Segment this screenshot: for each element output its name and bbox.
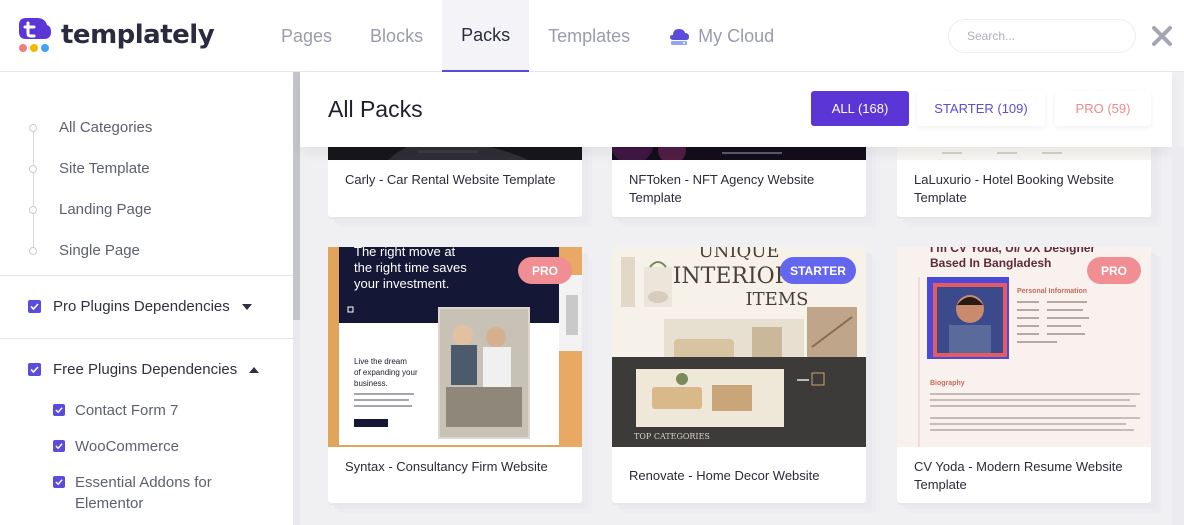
category-single-page[interactable]: Single Page [29, 242, 140, 259]
pro-badge: PRO [1087, 257, 1141, 284]
category-label: Landing Page [59, 201, 152, 218]
checkbox-checked-icon[interactable] [53, 476, 65, 488]
checkbox-checked-icon[interactable] [53, 404, 65, 416]
pro-plugins-dependencies[interactable]: Pro Plugins Dependencies [28, 298, 252, 315]
filter-starter-button[interactable]: STARTER (109) [917, 91, 1045, 126]
category-label: Site Template [59, 160, 150, 177]
pack-title: LaLuxurio - Hotel Booking Website Templa… [914, 172, 1114, 205]
search-box[interactable] [948, 19, 1136, 53]
thumb-text: business. [354, 379, 388, 388]
main-scrollbar[interactable] [1172, 147, 1184, 525]
tab-my-cloud[interactable]: My Cloud [649, 0, 793, 72]
bullet-icon [29, 123, 37, 132]
free-plugins-dependencies[interactable]: Free Plugins Dependencies [28, 361, 260, 378]
starter-badge: STARTER [780, 257, 856, 284]
checkbox-checked-icon[interactable] [28, 300, 41, 313]
checkbox-checked-icon[interactable] [28, 363, 41, 376]
bullet-icon [29, 205, 37, 214]
caret-down-icon[interactable] [241, 303, 252, 310]
thumb-text: Biography [930, 380, 965, 387]
plugin-woocommerce[interactable]: WooCommerce [53, 436, 179, 457]
bullet-icon [29, 246, 37, 255]
plugin-label: WooCommerce [75, 438, 179, 455]
caret-up-icon[interactable] [249, 366, 260, 373]
filter-all-button[interactable]: ALL (168) [811, 91, 909, 126]
pack-title: Carly - Car Rental Website Template [345, 172, 556, 187]
pack-card-syntax[interactable]: The right move at the right time saves y… [328, 247, 582, 503]
thumb-text: ITEMS [745, 289, 808, 310]
filter-pro-button[interactable]: PRO (59) [1055, 91, 1151, 126]
free-plugins-label: Free Plugins Dependencies [53, 361, 238, 378]
tab-blocks-label: Blocks [370, 25, 424, 46]
thumb-text: The right move at [354, 247, 456, 259]
thumb-text: TOP CATEGORIES [634, 432, 710, 441]
tab-pages-label: Pages [281, 25, 333, 46]
main-nav: Pages Blocks Packs Templates My Cloud [262, 0, 793, 72]
pack-card-renovate[interactable]: UNIQUE INTERIOR ITEMS TOP CATEGORIES STA… [612, 247, 866, 503]
sidebar-divider [0, 338, 293, 339]
search-input[interactable] [967, 29, 1117, 43]
sidebar-scrollbar-thumb[interactable] [293, 72, 300, 320]
plugin-essential-addons[interactable]: Essential Addons for Elementor [53, 472, 253, 514]
thumb-text: UNIQUE [698, 247, 779, 262]
thumb-text: INTERIOR [673, 264, 793, 289]
tab-templates-label: Templates [548, 25, 631, 46]
page-title: All Packs [328, 96, 423, 122]
thumb-text: the right time saves [354, 260, 467, 275]
category-landing-page[interactable]: Landing Page [29, 201, 152, 218]
sidebar-divider [0, 275, 293, 276]
category-label: Single Page [59, 242, 140, 259]
tab-packs[interactable]: Packs [442, 0, 530, 72]
category-site-template[interactable]: Site Template [29, 160, 150, 177]
sidebar-scrollbar-track[interactable] [293, 320, 300, 525]
tab-packs-label: Packs [461, 24, 511, 45]
cloud-icon [668, 26, 690, 46]
brand-name: templately [61, 20, 215, 50]
packs-header: All Packs ALL (168) STARTER (109) PRO (5… [300, 72, 1172, 147]
pack-title: Syntax - Consultancy Firm Website [345, 459, 548, 474]
templately-logo[interactable]: templately [15, 15, 215, 55]
top-header: templately Pages Blocks Packs Templates … [0, 0, 1184, 72]
category-label: All Categories [59, 119, 153, 136]
thumb-text: Personal Information [1017, 288, 1087, 295]
close-icon[interactable] [1150, 24, 1174, 48]
plugin-label: Contact Form 7 [75, 402, 179, 419]
templately-logo-icon [15, 15, 53, 55]
pack-card-cv-yoda[interactable]: I'm CV Yoda, UI/ UX Designer Based In Ba… [897, 247, 1151, 503]
thumb-text: Live the dream [354, 357, 407, 366]
tab-templates[interactable]: Templates [529, 0, 649, 72]
thumb-text: I'm CV Yoda, UI/ UX Designer [930, 247, 1095, 255]
pro-plugins-label: Pro Plugins Dependencies [53, 298, 230, 315]
pack-title: NFToken - NFT Agency Website Template [629, 172, 815, 205]
pro-badge: PRO [518, 257, 572, 284]
checkbox-checked-icon[interactable] [53, 440, 65, 452]
bullet-icon [29, 164, 37, 173]
tab-pages[interactable]: Pages [262, 0, 351, 72]
pack-title: Renovate - Home Decor Website [629, 468, 820, 483]
thumb-text: Based In Bangladesh [930, 256, 1051, 270]
plugin-contact-form-7[interactable]: Contact Form 7 [53, 400, 178, 421]
sidebar: All Categories Site Template Landing Pag… [0, 72, 293, 525]
tab-blocks[interactable]: Blocks [351, 0, 442, 72]
category-tree-line [33, 126, 34, 250]
plugin-label: Essential Addons for Elementor [75, 474, 212, 512]
category-all[interactable]: All Categories [29, 119, 153, 136]
thumb-text: your investment. [354, 276, 449, 291]
thumb-text: of expanding your [354, 368, 418, 377]
pack-title: CV Yoda - Modern Resume Website Template [914, 459, 1123, 492]
tab-my-cloud-label: My Cloud [698, 25, 775, 46]
